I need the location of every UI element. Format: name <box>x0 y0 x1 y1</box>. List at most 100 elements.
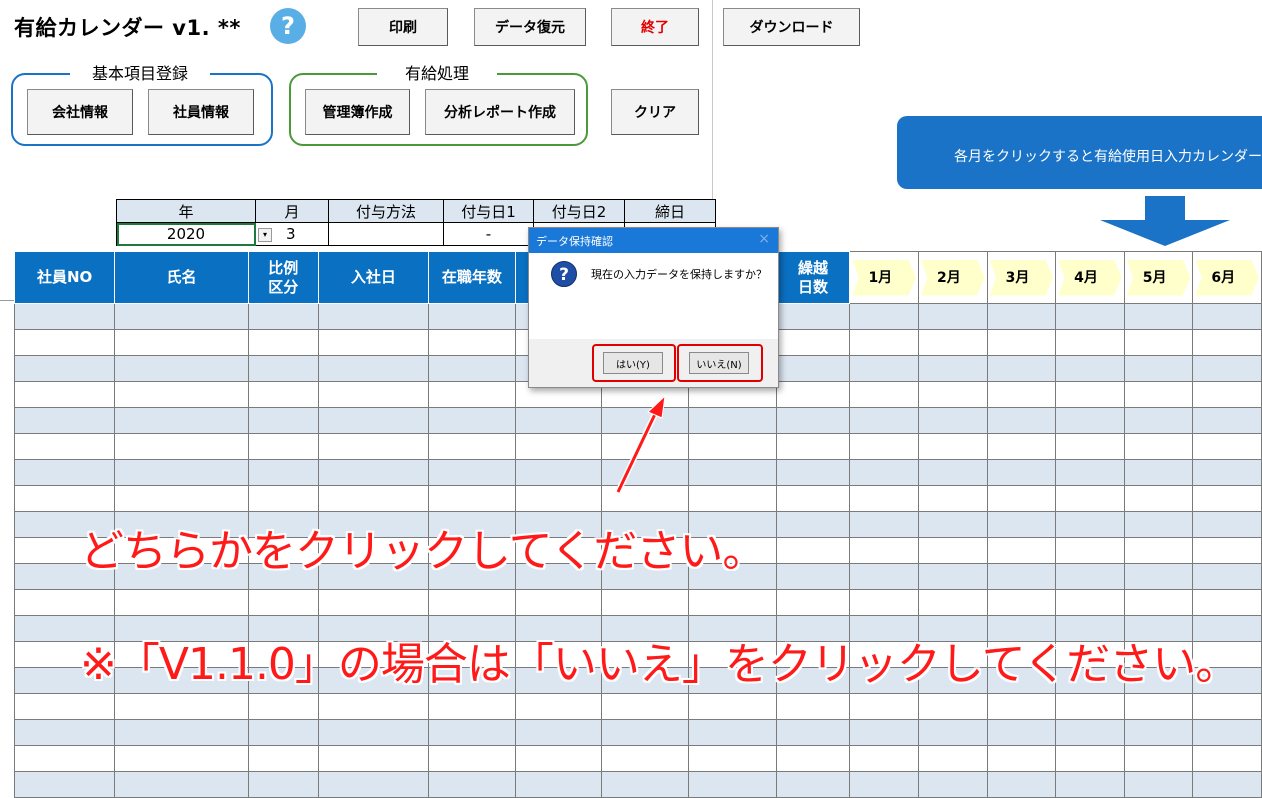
method-cell[interactable] <box>328 222 444 246</box>
grid-cell[interactable] <box>428 329 516 356</box>
grid-cell[interactable] <box>1055 381 1125 408</box>
grid-cell[interactable] <box>514 693 603 720</box>
grid-cell[interactable] <box>514 485 603 512</box>
grid-cell[interactable] <box>986 771 1057 798</box>
grid-cell[interactable] <box>775 433 851 460</box>
grid-cell[interactable] <box>775 355 851 382</box>
grid-cell[interactable] <box>986 329 1057 356</box>
grid-cell[interactable] <box>688 693 777 720</box>
grid-cell[interactable] <box>114 329 249 356</box>
grid-cell[interactable] <box>247 407 319 434</box>
grid-cell[interactable] <box>775 745 851 772</box>
grid-cell[interactable] <box>1192 745 1262 772</box>
grid-cell[interactable] <box>114 589 249 616</box>
exit-button[interactable]: 終了 <box>611 8 699 46</box>
grid-cell[interactable] <box>1192 589 1262 616</box>
grid-cell[interactable] <box>918 719 988 746</box>
grid-cell[interactable] <box>918 537 988 564</box>
grid-cell[interactable] <box>1055 459 1125 486</box>
grid-cell[interactable] <box>601 485 690 512</box>
close-icon[interactable]: × <box>758 231 770 247</box>
grid-cell[interactable] <box>1192 485 1262 512</box>
grid-cell[interactable] <box>1192 459 1262 486</box>
grid-cell[interactable] <box>1123 589 1194 616</box>
grid-cell[interactable] <box>247 329 319 356</box>
grid-cell[interactable] <box>775 511 851 538</box>
grid-cell[interactable] <box>247 303 319 330</box>
grid-cell[interactable] <box>918 511 988 538</box>
no-button[interactable]: いいえ(N) <box>689 352 749 374</box>
grid-cell[interactable] <box>114 745 249 772</box>
grid-cell[interactable] <box>601 433 690 460</box>
grid-cell[interactable] <box>849 433 920 460</box>
grid-cell[interactable] <box>775 693 851 720</box>
month-tab-5[interactable]: 5月 <box>1123 251 1194 304</box>
month-tab-1[interactable]: 1月 <box>849 251 920 304</box>
grid-cell[interactable] <box>1192 329 1262 356</box>
grid-cell[interactable] <box>918 329 988 356</box>
grid-cell[interactable] <box>918 459 988 486</box>
grid-cell[interactable] <box>1192 381 1262 408</box>
grid-cell[interactable] <box>601 693 690 720</box>
grid-cell[interactable] <box>13 485 116 512</box>
grid-cell[interactable] <box>849 407 920 434</box>
grid-cell[interactable] <box>775 407 851 434</box>
grid-cell[interactable] <box>13 433 116 460</box>
grid-cell[interactable] <box>317 433 430 460</box>
grid-cell[interactable] <box>918 303 988 330</box>
grid-cell[interactable] <box>986 745 1057 772</box>
grid-cell[interactable] <box>986 589 1057 616</box>
grid-cell[interactable] <box>849 303 920 330</box>
grid-cell[interactable] <box>849 693 920 720</box>
grid-cell[interactable] <box>1055 355 1125 382</box>
grid-cell[interactable] <box>918 563 988 590</box>
grid-cell[interactable] <box>688 719 777 746</box>
grid-cell[interactable] <box>688 485 777 512</box>
grid-cell[interactable] <box>918 745 988 772</box>
grid-cell[interactable] <box>986 563 1057 590</box>
grid-cell[interactable] <box>247 589 319 616</box>
grid-cell[interactable] <box>247 719 319 746</box>
grid-cell[interactable] <box>849 485 920 512</box>
grid-cell[interactable] <box>247 381 319 408</box>
grid-cell[interactable] <box>13 329 116 356</box>
grid-cell[interactable] <box>1055 693 1125 720</box>
grid-cell[interactable] <box>1055 511 1125 538</box>
grid-cell[interactable] <box>849 381 920 408</box>
grid-cell[interactable] <box>13 693 116 720</box>
yes-button[interactable]: はい(Y) <box>603 352 663 374</box>
grid-cell[interactable] <box>317 485 430 512</box>
grid-cell[interactable] <box>1055 407 1125 434</box>
grid-cell[interactable] <box>849 719 920 746</box>
grid-cell[interactable] <box>1192 719 1262 746</box>
grid-cell[interactable] <box>1192 511 1262 538</box>
company-info-button[interactable]: 会社情報 <box>27 89 133 135</box>
grid-cell[interactable] <box>775 589 851 616</box>
grid-cell[interactable] <box>1123 355 1194 382</box>
grid-cell[interactable] <box>775 329 851 356</box>
grid-cell[interactable] <box>317 693 430 720</box>
grid-cell[interactable] <box>114 407 249 434</box>
grid-cell[interactable] <box>114 381 249 408</box>
grid-cell[interactable] <box>775 771 851 798</box>
grid-cell[interactable] <box>428 771 516 798</box>
grid-cell[interactable] <box>114 719 249 746</box>
grid-cell[interactable] <box>986 719 1057 746</box>
grid-cell[interactable] <box>1123 485 1194 512</box>
grid-cell[interactable] <box>1055 303 1125 330</box>
download-button[interactable]: ダウンロード <box>723 8 860 46</box>
grid-cell[interactable] <box>849 511 920 538</box>
grid-cell[interactable] <box>849 329 920 356</box>
grid-cell[interactable] <box>428 407 516 434</box>
grid-cell[interactable] <box>514 771 603 798</box>
grid-cell[interactable] <box>317 303 430 330</box>
grid-cell[interactable] <box>775 459 851 486</box>
grid-cell[interactable] <box>918 589 988 616</box>
grid-cell[interactable] <box>1055 589 1125 616</box>
grid-cell[interactable] <box>849 563 920 590</box>
grid-cell[interactable] <box>1055 563 1125 590</box>
grid-cell[interactable] <box>986 407 1057 434</box>
grid-cell[interactable] <box>1123 459 1194 486</box>
grid-cell[interactable] <box>1192 433 1262 460</box>
grid-cell[interactable] <box>1123 511 1194 538</box>
